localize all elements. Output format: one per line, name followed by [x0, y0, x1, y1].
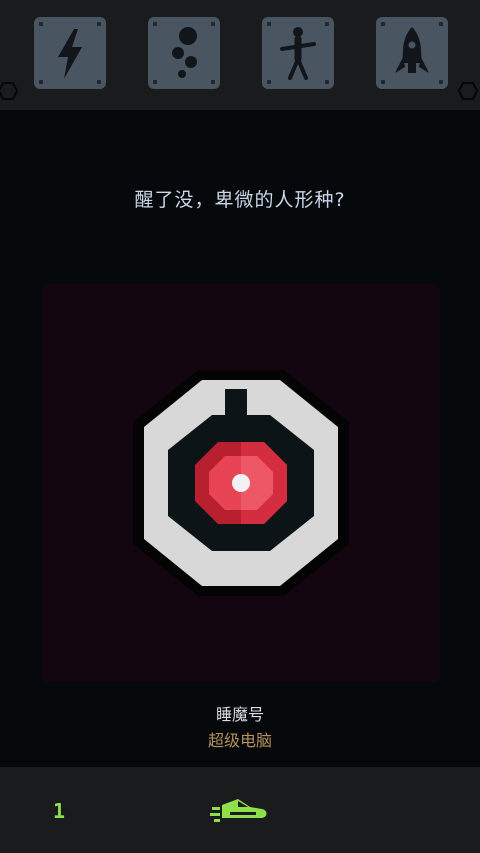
person-button[interactable]: [262, 17, 334, 89]
bottom-bar: 1: [0, 767, 480, 853]
eye-pupil-light: [232, 474, 250, 492]
turn-counter[interactable]: 1: [44, 796, 74, 826]
left-hex-marker: [0, 82, 18, 100]
rocket-icon: [395, 27, 429, 73]
person-icon: [280, 27, 316, 80]
rocket-button[interactable]: [376, 17, 448, 89]
spaceship-icon[interactable]: [208, 795, 272, 827]
game-screen: 醒了没，卑微的人形种? 睡魔号 超级电脑 1: [0, 0, 480, 853]
dialogue-text: 醒了没，卑微的人形种?: [134, 189, 346, 211]
right-hex-marker: [458, 82, 478, 100]
eye-antenna: [225, 389, 247, 415]
portrait-panel: [42, 284, 440, 682]
character-name: 睡魔号: [215, 705, 264, 724]
lightning-button[interactable]: [34, 17, 106, 89]
supercomputer-eye: [133, 370, 349, 596]
top-toolbar: [0, 0, 480, 110]
bubbles-icon: [172, 27, 197, 78]
bubbles-button[interactable]: [148, 17, 220, 89]
character-type: 超级电脑: [207, 731, 272, 750]
lightning-icon: [58, 29, 82, 79]
